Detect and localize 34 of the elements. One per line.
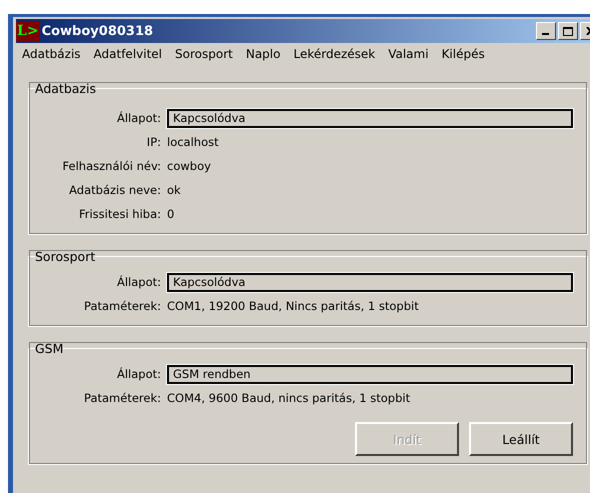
field-value: cowboy [167,159,211,173]
menu-item[interactable]: Sorosport [173,47,244,71]
menu-item[interactable]: Valami [386,47,440,71]
field-value: COM1, 19200 Baud, Nincs paritás, 1 stopbit [167,299,419,313]
field-value: 0 [167,207,174,221]
field-value: localhost [167,135,219,149]
app-logo: L> [16,21,40,41]
group-title: Adatbazis [35,81,96,96]
minimize-button[interactable] [536,22,556,40]
menu-item[interactable]: Adatfelvitel [92,47,174,71]
maximize-button[interactable] [558,22,578,40]
field-value: ok [167,183,181,197]
status-field[interactable]: Kapcsolódva [167,272,573,292]
field-label: Állapot: [116,111,161,125]
menu-item[interactable]: Naplo [244,47,292,71]
menu-item[interactable]: Kilépés [440,47,496,71]
group-title: Sorosport [35,249,96,264]
status-field[interactable]: Kapcsolódva [167,108,573,128]
field-label: Adatbázis neve: [69,183,161,197]
window-title: Cowboy080318 [42,24,154,38]
action-button[interactable]: Leállít [469,422,573,456]
status-field[interactable]: GSM rendben [167,364,573,384]
field-label: Állapot: [116,367,161,381]
maximize-icon [563,26,573,36]
menu-item[interactable]: Adatbázis [20,47,92,71]
field-label: Pataméterek: [84,299,161,313]
field-label: Állapot: [116,275,161,289]
field-label: IP: [146,135,161,149]
field-label: Frissitesi hiba: [78,207,161,221]
field-value: COM4, 9600 Baud, nincs paritás, 1 stopbit [167,391,410,405]
group-title: GSM [35,341,64,356]
field-label: Pataméterek: [84,391,161,405]
menu-item[interactable]: Lekérdezések [291,47,386,71]
field-label: Felhasználói név: [62,159,161,173]
